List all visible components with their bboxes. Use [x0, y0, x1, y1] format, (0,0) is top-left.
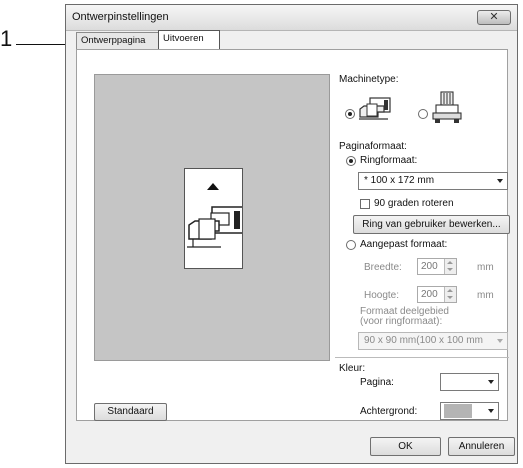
- cancel-button[interactable]: Annuleren: [448, 437, 515, 456]
- tab-label: Ontwerppagina: [81, 35, 146, 46]
- close-button[interactable]: ✕: [477, 10, 511, 25]
- height-unit: mm: [477, 290, 494, 301]
- page-preview: [94, 74, 330, 361]
- color-label: Kleur:: [339, 363, 366, 374]
- height-value: 200: [421, 289, 438, 300]
- custom-size-radio[interactable]: [346, 240, 356, 250]
- tab-ontwerppagina[interactable]: Ontwerppagina: [76, 32, 160, 49]
- width-unit: mm: [477, 262, 494, 273]
- tab-panel: Machinetype: Paginaformaat: Ringformaat:…: [76, 49, 510, 421]
- spin-buttons[interactable]: [444, 287, 456, 302]
- embroidery-machine-icon: [359, 97, 391, 120]
- edit-custom-hoop-button[interactable]: Ring van gebruiker bewerken...: [353, 215, 510, 234]
- tab-uitvoeren[interactable]: Uitvoeren: [158, 30, 220, 50]
- close-icon: ✕: [489, 11, 499, 23]
- machine-option-2-radio[interactable]: [418, 109, 428, 119]
- hoop-size-radio[interactable]: [346, 156, 356, 166]
- callout-number: 1: [0, 26, 13, 51]
- width-value: 200: [421, 261, 438, 272]
- custom-size-option-label: Aangepast formaat:: [360, 239, 448, 250]
- machine-type-label: Machinetype:: [339, 74, 399, 85]
- chevron-down-icon: [488, 380, 494, 384]
- page-color-swatch: [444, 375, 472, 389]
- background-color-label: Achtergrond:: [360, 406, 418, 417]
- spin-up-icon: [447, 289, 453, 292]
- chevron-down-icon: [497, 179, 503, 183]
- default-button[interactable]: Standaard: [94, 403, 167, 421]
- machine-preview-icon: [187, 183, 242, 248]
- rotate-90-checkbox[interactable]: [360, 199, 370, 209]
- section-size-label: Formaat deelgebied (voor ringformaat):: [360, 307, 449, 327]
- page-format-label: Paginaformaat:: [339, 141, 407, 152]
- title-bar: Ontwerpinstellingen ✕: [66, 5, 517, 31]
- tab-label: Uitvoeren: [163, 33, 204, 44]
- machine-option-1-radio[interactable]: [345, 109, 355, 119]
- spin-up-icon: [447, 261, 453, 264]
- chevron-down-icon: [488, 409, 494, 413]
- page-color-label: Pagina:: [360, 377, 394, 388]
- height-stepper[interactable]: 200: [417, 286, 457, 303]
- section-size-select[interactable]: 90 x 90 mm(100 x 100 mm: [358, 332, 508, 350]
- width-label: Breedte:: [364, 262, 402, 273]
- background-color-select[interactable]: [440, 402, 499, 420]
- multi-needle-machine-icon: [432, 91, 462, 123]
- height-label: Hoogte:: [364, 290, 400, 301]
- window-title: Ontwerpinstellingen: [72, 11, 169, 23]
- spin-down-icon: [447, 268, 453, 271]
- page-color-select[interactable]: [440, 373, 499, 391]
- ok-button[interactable]: OK: [370, 437, 441, 456]
- hoop-size-option-label: Ringformaat:: [360, 155, 418, 166]
- spin-down-icon: [447, 296, 453, 299]
- rotate-90-label: 90 graden roteren: [374, 198, 454, 209]
- preview-page: [184, 168, 243, 269]
- spin-buttons[interactable]: [444, 259, 456, 274]
- hoop-size-value: * 100 x 172 mm: [364, 175, 435, 186]
- dialog-window: Ontwerpinstellingen ✕ Ontwerppagina Uitv…: [65, 4, 518, 464]
- section-size-value: 90 x 90 mm(100 x 100 mm: [364, 335, 483, 346]
- background-color-swatch: [444, 404, 472, 418]
- section-size-label-line2: (voor ringformaat):: [360, 316, 443, 327]
- width-stepper[interactable]: 200: [417, 258, 457, 275]
- chevron-down-icon: [497, 339, 503, 343]
- hoop-size-select[interactable]: * 100 x 172 mm: [358, 172, 508, 190]
- divider: [335, 357, 509, 358]
